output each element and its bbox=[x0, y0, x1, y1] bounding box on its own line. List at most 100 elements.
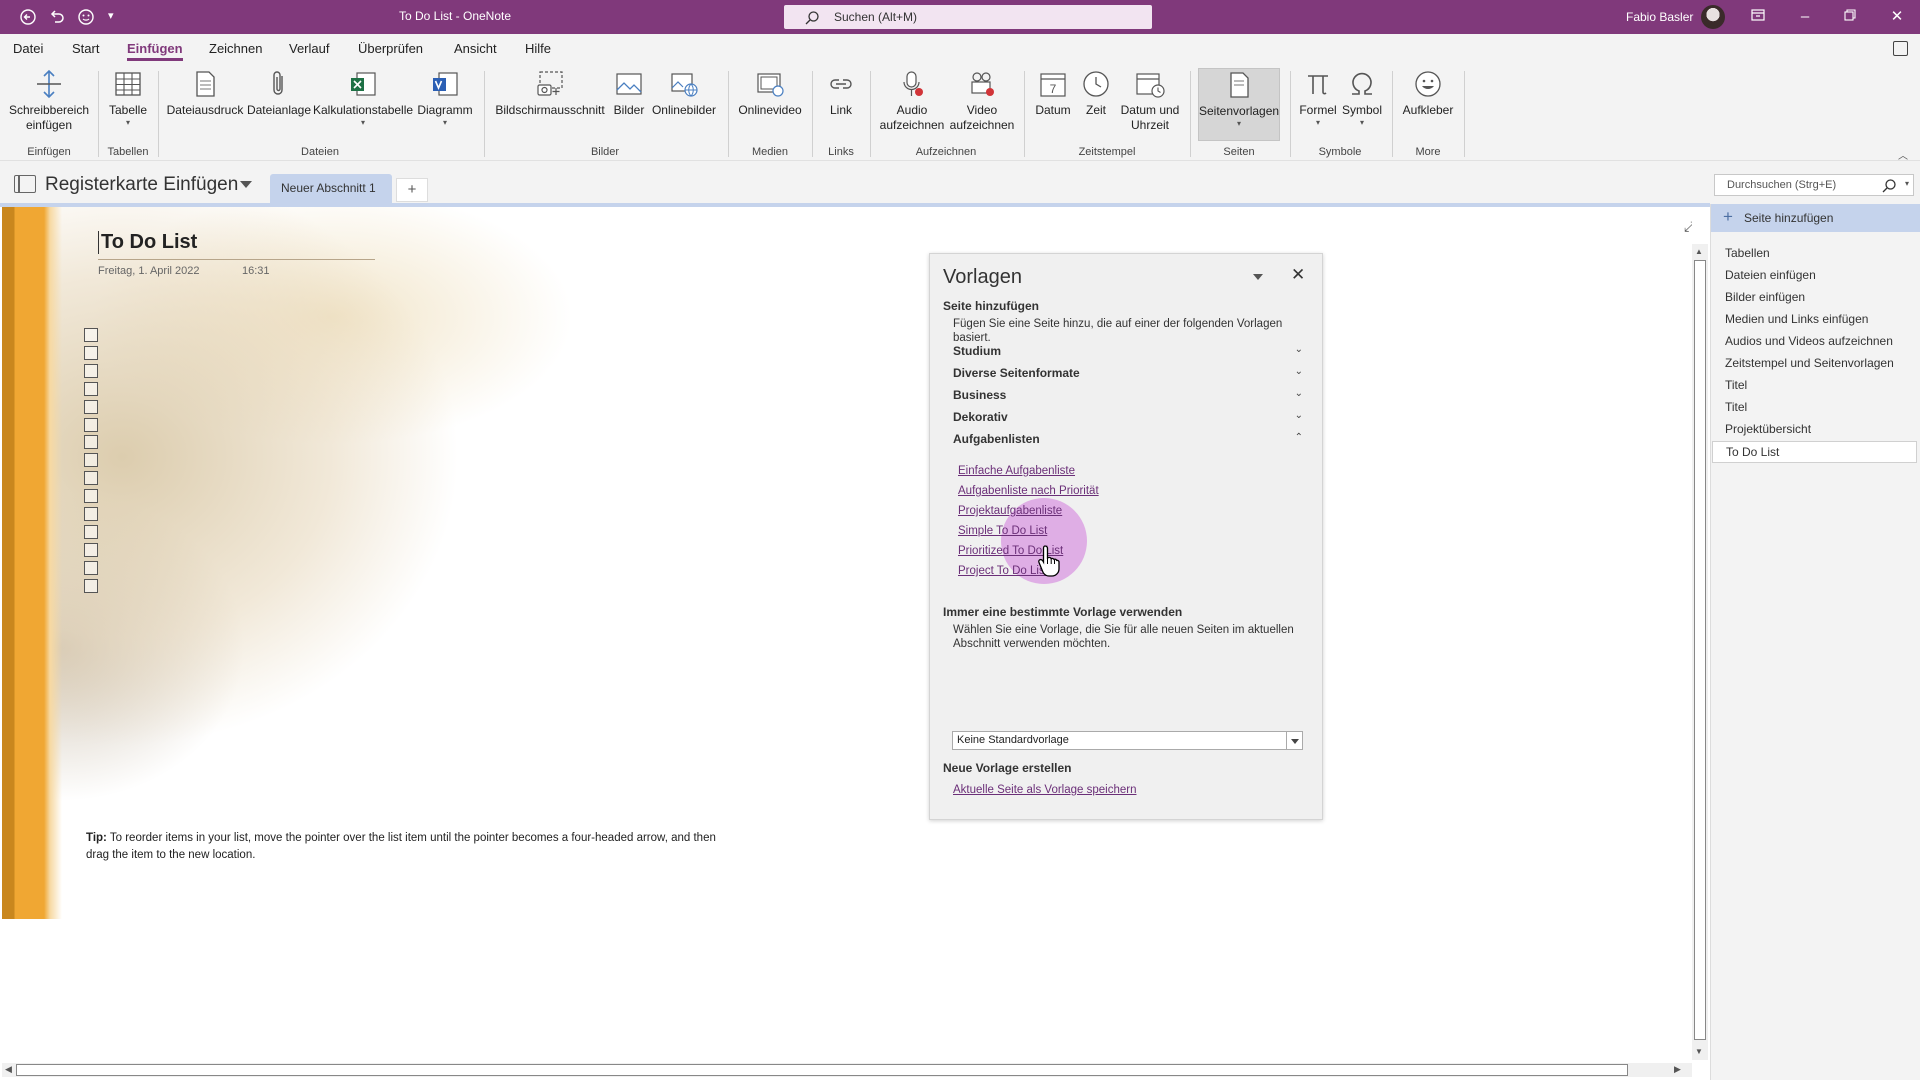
template-link[interactable]: Project To Do List bbox=[958, 565, 1048, 577]
page-list-item[interactable]: Audios und Videos aufzeichnen bbox=[1725, 334, 1893, 348]
scrollbar-thumb[interactable] bbox=[1694, 260, 1706, 1040]
symbol-button[interactable]: Symbol ▾ bbox=[1340, 68, 1384, 128]
page-search-input[interactable]: Durchsuchen (Strg+E) ▾ bbox=[1714, 174, 1914, 196]
minimize-icon[interactable]: – bbox=[1793, 6, 1817, 28]
notebook-dropdown-icon[interactable] bbox=[240, 181, 252, 188]
todo-checkbox[interactable] bbox=[84, 399, 98, 414]
page-list-item[interactable]: Projektübersicht bbox=[1725, 422, 1811, 436]
menu-verlauf[interactable]: Verlauf bbox=[289, 41, 329, 56]
dateiausdruck-button[interactable]: Dateiausdruck bbox=[165, 68, 245, 118]
user-name[interactable]: Fabio Basler bbox=[1626, 10, 1693, 24]
datum-uhrzeit-button[interactable]: Datum und Uhrzeit bbox=[1116, 68, 1184, 133]
horizontal-scrollbar[interactable]: ◀ ▶ bbox=[2, 1063, 1692, 1077]
bildschirmausschnitt-label: Bildschirmausschnitt bbox=[495, 103, 605, 117]
audio-aufzeichnen-button[interactable]: Audio aufzeichnen bbox=[876, 68, 948, 133]
template-link[interactable]: Projektaufgabenliste bbox=[958, 505, 1062, 517]
todo-checkbox[interactable] bbox=[84, 471, 98, 486]
bilder-button[interactable]: Bilder bbox=[609, 68, 649, 118]
link-button[interactable]: Link bbox=[818, 68, 864, 118]
chevron-down-icon[interactable] bbox=[1286, 732, 1302, 749]
template-link[interactable]: Aufgabenliste nach Priorität bbox=[958, 485, 1099, 497]
category-diverse-seitenformate[interactable]: Diverse Seitenformate ⌄ bbox=[953, 366, 1303, 380]
menu-start[interactable]: Start bbox=[72, 41, 99, 56]
page-list-item[interactable]: Zeitstempel und Seitenvorlagen bbox=[1725, 356, 1894, 370]
scroll-left-arrow-icon[interactable]: ◀ bbox=[5, 1064, 12, 1075]
todo-checkbox[interactable] bbox=[84, 345, 98, 360]
notebook-name[interactable]: Registerkarte Einfügen bbox=[45, 174, 238, 196]
pane-options-dropdown-icon[interactable] bbox=[1253, 274, 1263, 280]
menu-datei[interactable]: Datei bbox=[13, 41, 43, 56]
chevron-down-icon[interactable]: ▾ bbox=[1905, 179, 1909, 188]
paperclip-icon bbox=[273, 71, 283, 95]
onlinevideo-button[interactable]: Onlinevideo bbox=[734, 68, 806, 118]
todo-checkbox[interactable] bbox=[84, 417, 98, 432]
datum-button[interactable]: 7 Datum bbox=[1030, 68, 1076, 118]
avatar[interactable] bbox=[1701, 5, 1725, 29]
todo-checkbox[interactable] bbox=[84, 328, 98, 342]
search-box[interactable]: Suchen (Alt+M) bbox=[784, 5, 1152, 29]
vertical-scrollbar[interactable]: ▲ ▼ bbox=[1692, 244, 1708, 1060]
category-studium[interactable]: Studium ⌄ bbox=[953, 344, 1303, 358]
todo-checkbox[interactable] bbox=[84, 489, 98, 504]
todo-checkbox[interactable] bbox=[84, 542, 98, 557]
menu-hilfe[interactable]: Hilfe bbox=[525, 41, 551, 56]
sticky-panel-icon[interactable] bbox=[1893, 41, 1908, 56]
todo-checkbox[interactable] bbox=[84, 560, 98, 575]
close-window-icon[interactable]: ✕ bbox=[1885, 6, 1909, 28]
bildschirmausschnitt-button[interactable]: Bildschirmausschnitt bbox=[492, 68, 608, 118]
todo-checkbox[interactable] bbox=[84, 578, 98, 593]
page-list-item[interactable]: Bilder einfügen bbox=[1725, 290, 1805, 304]
save-as-template-link[interactable]: Aktuelle Seite als Vorlage speichern bbox=[953, 784, 1136, 796]
page-list-item[interactable]: Titel bbox=[1725, 400, 1747, 414]
diagramm-button[interactable]: Diagramm ▾ bbox=[415, 68, 475, 128]
page-canvas[interactable]: To Do List Freitag, 1. April 2022 16:31 … bbox=[2, 207, 1692, 1067]
page-list-item[interactable]: Medien und Links einfügen bbox=[1725, 312, 1868, 326]
kalkulationstabelle-button[interactable]: Kalkulationstabelle ▾ bbox=[313, 68, 413, 128]
restore-icon[interactable] bbox=[1838, 6, 1862, 28]
add-section-button[interactable]: + bbox=[396, 178, 428, 202]
page-list-item-selected[interactable]: To Do List bbox=[1712, 441, 1917, 463]
template-link[interactable]: Simple To Do List bbox=[958, 525, 1047, 537]
menu-zeichnen[interactable]: Zeichnen bbox=[209, 41, 262, 56]
section-tab[interactable]: Neuer Abschnitt 1 bbox=[270, 174, 392, 204]
scroll-down-arrow-icon[interactable]: ▼ bbox=[1695, 1047, 1703, 1056]
aufkleber-button[interactable]: Aufkleber bbox=[1398, 68, 1458, 118]
video-aufzeichnen-button[interactable]: Video aufzeichnen bbox=[948, 68, 1016, 133]
menu-einfuegen[interactable]: Einfügen bbox=[127, 41, 183, 61]
add-page-label: Seite hinzufügen bbox=[1744, 211, 1834, 225]
menu-bar: Datei Start Einfügen Zeichnen Verlauf Üb… bbox=[0, 34, 1920, 63]
tabelle-button[interactable]: Tabelle ▾ bbox=[103, 68, 153, 128]
page-list-item[interactable]: Tabellen bbox=[1725, 246, 1770, 260]
category-dekorativ[interactable]: Dekorativ ⌄ bbox=[953, 410, 1303, 424]
ribbon-display-options-icon[interactable] bbox=[1746, 6, 1770, 28]
add-page-button[interactable]: + Seite hinzufügen bbox=[1711, 204, 1920, 232]
todo-checkbox[interactable] bbox=[84, 507, 98, 521]
page-list-item[interactable]: Dateien einfügen bbox=[1725, 268, 1816, 282]
onlinebilder-button[interactable]: Onlinebilder bbox=[650, 68, 718, 118]
todo-checkbox[interactable] bbox=[84, 435, 98, 450]
menu-ueberpruefen[interactable]: Überprüfen bbox=[358, 41, 423, 56]
seitenvorlagen-button[interactable]: Seitenvorlagen ▾ bbox=[1198, 68, 1280, 141]
page-list-item[interactable]: Titel bbox=[1725, 378, 1747, 392]
todo-checkbox[interactable] bbox=[84, 453, 98, 468]
zeit-button[interactable]: Zeit bbox=[1076, 68, 1116, 118]
todo-checkbox[interactable] bbox=[84, 381, 98, 396]
schreibbereich-button[interactable]: Schreibbereich einfügen bbox=[6, 68, 92, 133]
template-link[interactable]: Einfache Aufgabenliste bbox=[958, 465, 1075, 477]
formel-button[interactable]: Formel ▾ bbox=[1296, 68, 1340, 128]
category-aufgabenlisten[interactable]: Aufgabenlisten ⌃ bbox=[953, 432, 1303, 446]
category-business[interactable]: Business ⌄ bbox=[953, 388, 1303, 402]
page-title[interactable]: To Do List bbox=[98, 231, 197, 254]
default-template-select[interactable]: Keine Standardvorlage bbox=[952, 731, 1303, 750]
scroll-right-arrow-icon[interactable]: ▶ bbox=[1674, 1064, 1681, 1075]
scrollbar-thumb[interactable] bbox=[16, 1064, 1628, 1076]
menu-ansicht[interactable]: Ansicht bbox=[454, 41, 497, 56]
expand-fullscreen-icon[interactable]: ⤢ bbox=[1684, 218, 1692, 235]
close-icon[interactable]: ✕ bbox=[1291, 265, 1305, 285]
todo-checkbox[interactable] bbox=[84, 524, 98, 539]
notebook-icon[interactable] bbox=[14, 175, 36, 193]
collapse-ribbon-icon[interactable]: ︿ bbox=[1898, 147, 1908, 162]
todo-checkbox[interactable] bbox=[84, 363, 98, 378]
dateianlage-button[interactable]: Dateianlage bbox=[246, 68, 312, 118]
scroll-up-arrow-icon[interactable]: ▲ bbox=[1695, 247, 1703, 256]
